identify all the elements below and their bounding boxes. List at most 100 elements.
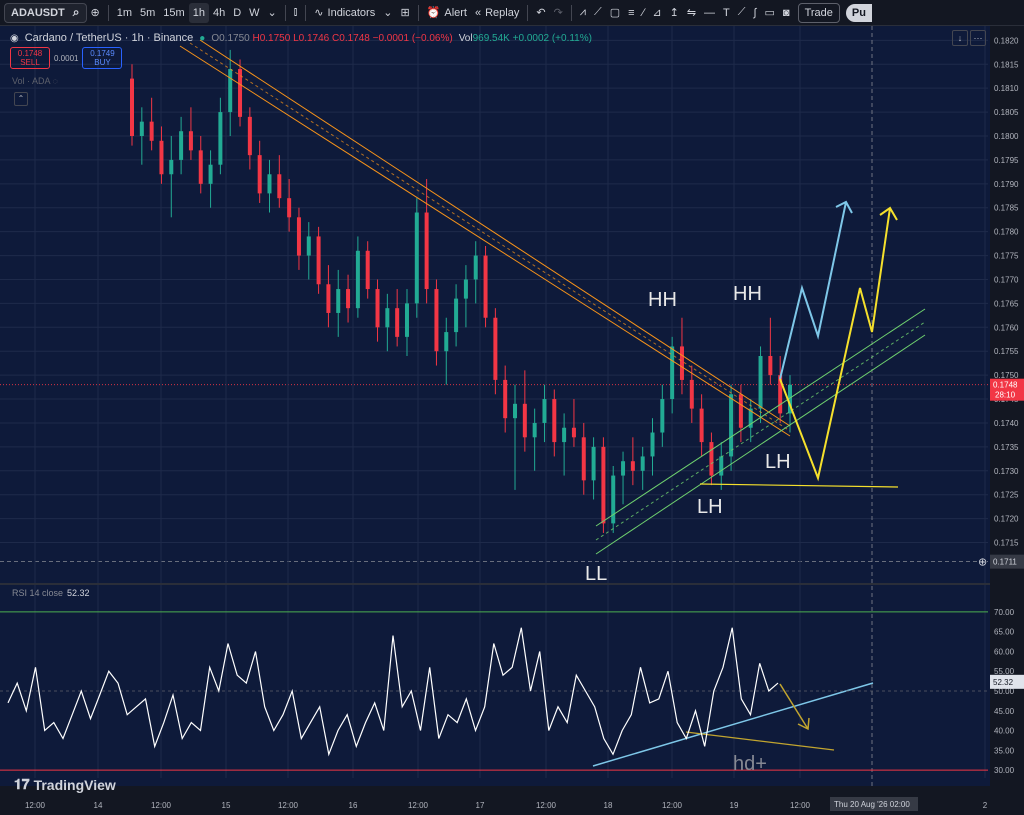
legend-title: Cardano / TetherUS · 1h · Binance (24, 32, 194, 44)
volume-values: Vol969.54K +0.0002 (+0.11%) (458, 32, 592, 44)
label-hh-1: HH (648, 289, 677, 311)
buy-button[interactable]: 0.1749 BUY (82, 47, 123, 69)
time-tick-label: 14 (94, 801, 103, 810)
current-price-tag: 0.1748 (993, 381, 1018, 390)
chart-canvas[interactable]: HH HH LL LH LH hd+ 0.18200.18150.18100.1… (0, 26, 1024, 815)
candle-body (326, 284, 331, 313)
range-icon: ⇋ (686, 7, 697, 19)
tf-1m[interactable]: 1m (113, 3, 136, 23)
scroll-down-button[interactable]: ↓ (952, 30, 968, 46)
time-tick-label: 15 (222, 801, 231, 810)
candle-body (208, 164, 213, 184)
zigzag-icon: ⩘ (579, 6, 587, 18)
search-icon: ⌕ (72, 5, 80, 19)
price-tick-label: 0.1730 (994, 467, 1019, 476)
redo-icon: ↷ (553, 7, 563, 19)
drawing-measure-tool[interactable]: ⊿ (648, 3, 665, 23)
time-tick-label: 12:00 (25, 801, 46, 810)
candle-body (404, 303, 409, 337)
candle-body (709, 442, 714, 476)
price-tick-label: 0.1770 (994, 275, 1019, 284)
indicators-dropdown[interactable]: ⌄ (379, 3, 396, 23)
tf-5m[interactable]: 5m (136, 3, 159, 23)
undo-button[interactable]: ↶ (532, 3, 549, 23)
drawing-range-tool[interactable]: ⇋ (683, 3, 700, 23)
chart-type-button[interactable]: ⫾ (290, 3, 302, 23)
candle-body (139, 121, 144, 136)
candle-body (522, 403, 527, 438)
eye-icon[interactable]: ◉ (10, 33, 19, 44)
drawing-box-tool[interactable]: ▭ (761, 3, 779, 23)
candle-body (130, 78, 134, 136)
collapse-legend-button[interactable]: ⌃ (14, 92, 28, 106)
alert-button[interactable]: ⏰ Alert (423, 3, 471, 23)
sell-button[interactable]: 0.1748 SELL (10, 47, 50, 69)
top-toolbar: ADAUSDT ⌕ ⊕ 1m 5m 15m 1h 4h D W ⌄ ⫾ ∿ Ind… (0, 0, 1024, 26)
compare-button[interactable]: ⊕ (87, 3, 104, 23)
candle-body (355, 250, 360, 309)
candle-body (149, 121, 154, 141)
drawing-trend-tool[interactable]: ⩘ (576, 3, 590, 23)
indicators-button[interactable]: ∿ Indicators (310, 3, 379, 23)
tf-4h[interactable]: 4h (209, 3, 229, 23)
chevron-down-icon: ⌄ (383, 7, 393, 19)
add-alert-icon: ⊕ (978, 557, 987, 569)
drawing-brush-tool[interactable]: ∕ (639, 3, 649, 23)
tf-1h[interactable]: 1h (188, 2, 209, 23)
candle-body (689, 379, 694, 409)
crosshair-time-tag: Thu 20 Aug '26 02:00 (834, 800, 910, 809)
trade-button[interactable]: Trade (797, 2, 840, 23)
price-tick-label: 0.1735 (994, 443, 1019, 452)
candle-body (228, 69, 233, 113)
eye-off-icon[interactable]: ◌ (53, 76, 58, 86)
redo-button[interactable]: ↷ (550, 3, 567, 23)
drawing-curve-tool[interactable]: ∫ (749, 3, 760, 23)
publish-button[interactable]: Pu (845, 3, 872, 22)
ohlc-values: O0.1750 H0.1750 L0.1746 C0.1748 −0.0001 … (211, 32, 453, 44)
rsi-tick-label: 35.00 (994, 746, 1015, 755)
candle-body (287, 198, 292, 218)
candle-body (591, 446, 596, 481)
candle-body (719, 456, 724, 476)
path-icon: ⟋ (594, 6, 602, 18)
symbol-search[interactable]: ADAUSDT ⌕ (4, 2, 87, 23)
candle-body (198, 150, 203, 184)
replay-button[interactable]: «Replay (471, 3, 523, 23)
price-tick-label: 0.1810 (994, 84, 1019, 93)
candle-body (414, 212, 419, 304)
candle-body (640, 456, 645, 471)
drawing-fib-tool[interactable]: ≡ (624, 3, 638, 23)
snapshot-button[interactable]: ◙ (779, 3, 794, 23)
candle-body (365, 250, 370, 290)
ray-icon: ⟋ (737, 6, 746, 18)
tf-w[interactable]: W (245, 3, 263, 23)
drawing-ray-tool[interactable]: ⟋ (734, 3, 750, 23)
candle-body (513, 403, 518, 419)
brush-icon: ∕ (642, 6, 645, 19)
lh-support-line (699, 483, 899, 488)
candle-body (611, 475, 616, 524)
candles (130, 49, 792, 533)
rsi-current-tag: 52.32 (993, 678, 1014, 687)
drawing-arrow-tool[interactable]: ↥ (666, 3, 683, 23)
tf-15m[interactable]: 15m (159, 3, 188, 23)
rising-channel-upper (595, 308, 926, 527)
grid (0, 26, 988, 786)
more-options-button[interactable]: ⋯ (970, 30, 986, 46)
drawing-hline-tool[interactable]: — (700, 3, 719, 23)
time-tick-label: 12:00 (278, 801, 299, 810)
status-dot: ● (199, 32, 206, 44)
drawing-text-tool[interactable]: T (719, 3, 734, 23)
templates-button[interactable]: ⊞ (396, 3, 413, 23)
plus-circle-icon: ⊕ (90, 7, 100, 19)
drawing-path-tool[interactable]: ⟋ (590, 3, 606, 23)
timeframe-dropdown[interactable]: ⌄ (264, 3, 281, 23)
time-tick-label: 2 (983, 801, 988, 810)
candle-body (306, 236, 311, 256)
arrow-icon: ↥ (669, 7, 679, 19)
price-tick-label: 0.1755 (994, 347, 1019, 356)
candle-body (660, 399, 665, 433)
tf-d[interactable]: D (229, 3, 245, 23)
drawing-rect-tool[interactable]: ▢ (606, 3, 624, 23)
candle-body (257, 155, 262, 194)
